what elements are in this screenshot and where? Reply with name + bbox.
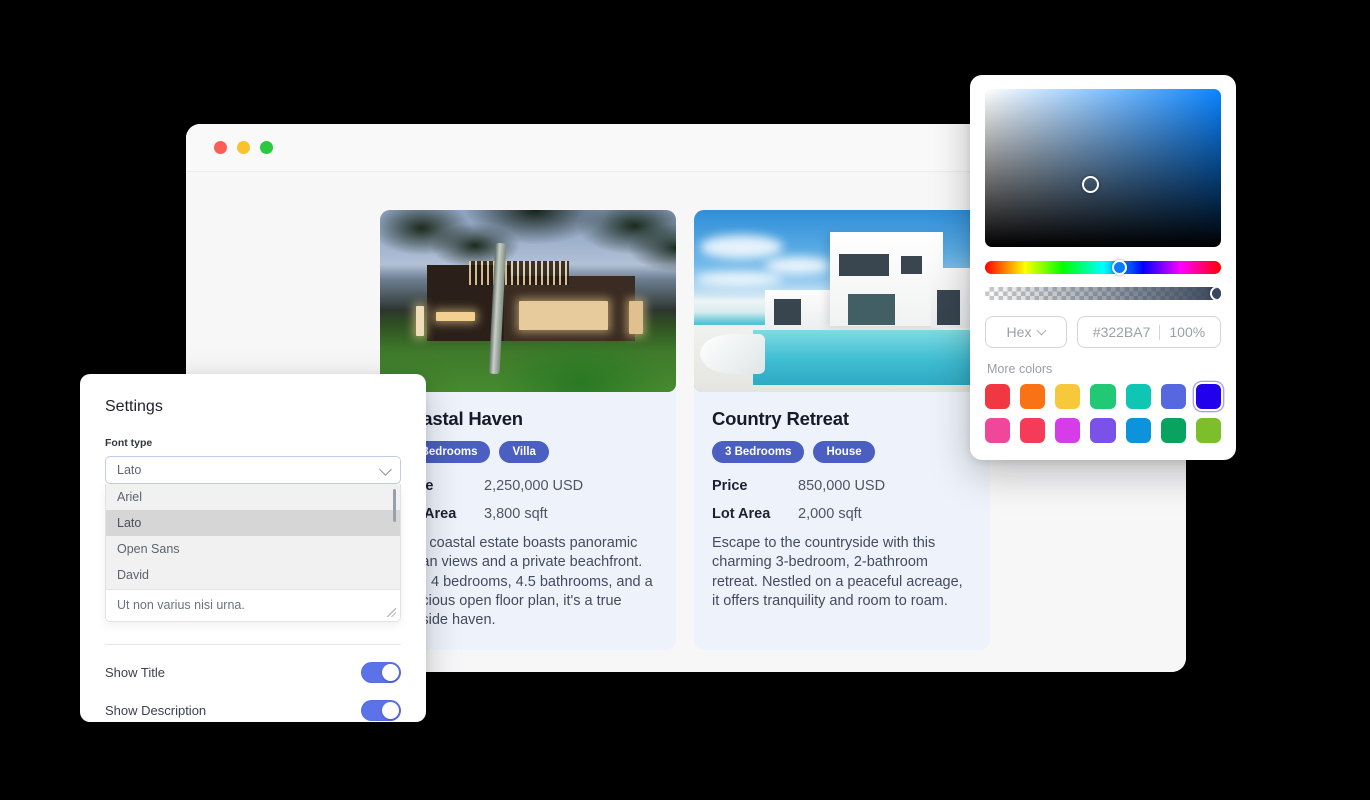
card-badges: 3 Bedrooms House <box>712 441 972 463</box>
color-picker-panel: Hex #322BA7 100% More colors <box>970 75 1236 460</box>
minimize-button[interactable] <box>237 141 250 154</box>
hex-input-value: #322BA7 <box>1092 324 1151 340</box>
swimming-pool-decor <box>753 330 990 385</box>
hue-slider-handle[interactable] <box>1112 260 1128 275</box>
color-format-label: Hex <box>1006 324 1032 340</box>
villa-window-decor <box>936 290 961 325</box>
roof-slats-decor <box>468 260 570 285</box>
spec-value: 2,250,000 USD <box>484 478 584 494</box>
pool-step-decor <box>699 333 766 374</box>
alpha-slider[interactable] <box>985 287 1221 300</box>
color-swatch[interactable] <box>1090 418 1116 443</box>
property-card[interactable]: Country Retreat 3 Bedrooms House Price 8… <box>694 210 990 651</box>
dropdown-option-david[interactable]: David <box>106 562 400 588</box>
notes-textarea-value: Ut non varius nisi urna. <box>117 597 245 612</box>
card-title: Country Retreat <box>712 408 849 429</box>
dropdown-scrollbar[interactable] <box>393 489 396 522</box>
screenshot-stage: Coastal Haven 4 Bedrooms Villa Price 2,2… <box>0 0 1370 800</box>
spec-row: Price 2,250,000 USD <box>398 478 658 494</box>
spec-row: Price 850,000 USD <box>712 478 972 494</box>
notes-textarea[interactable]: Ut non varius nisi urna. <box>106 588 400 621</box>
show-description-label: Show Description <box>105 702 207 718</box>
dropdown-option-ariel[interactable]: Ariel <box>106 484 400 510</box>
alpha-input-value: 100% <box>1169 324 1206 340</box>
toggle-knob <box>382 701 399 719</box>
saturation-value-area[interactable] <box>985 89 1221 247</box>
color-swatch[interactable] <box>985 384 1011 409</box>
spec-row: Lot Area 3,800 sqft <box>398 506 658 522</box>
show-title-label: Show Title <box>105 664 165 680</box>
card-description: This coastal estate boasts panoramic oce… <box>398 535 653 629</box>
spec-label: Price <box>712 478 748 494</box>
dropdown-option-lato[interactable]: Lato <box>106 510 400 537</box>
villa-window-decor <box>773 299 801 325</box>
chevron-down-icon <box>379 463 392 476</box>
card-title: Coastal Haven <box>398 408 523 429</box>
cloud-decor <box>699 235 783 260</box>
font-type-label: Font type <box>105 437 153 449</box>
dropdown-option-open-sans[interactable]: Open Sans <box>106 536 400 562</box>
color-swatch[interactable] <box>1195 418 1221 443</box>
villa-window-decor <box>847 293 896 325</box>
card-body: Country Retreat 3 Bedrooms House Price 8… <box>694 392 990 631</box>
property-image <box>694 210 990 392</box>
villa-window-decor <box>839 253 890 276</box>
villa-window-decor <box>901 255 922 274</box>
window-glow-decor <box>415 306 425 336</box>
color-swatch[interactable] <box>1160 384 1186 409</box>
card-badges: 4 Bedrooms Villa <box>398 441 658 463</box>
spec-value: 3,800 sqft <box>484 506 548 522</box>
saturation-handle[interactable] <box>1082 176 1100 194</box>
cloud-decor <box>765 257 831 274</box>
show-title-toggle[interactable] <box>361 661 401 683</box>
window-glow-decor <box>628 301 644 334</box>
resize-handle-icon[interactable] <box>387 607 396 617</box>
color-swatch[interactable] <box>1195 384 1221 409</box>
status-badge: 3 Bedrooms <box>712 441 805 463</box>
window-glow-decor <box>436 311 475 321</box>
show-description-row: Show Description <box>105 683 401 721</box>
color-swatch[interactable] <box>1020 384 1046 409</box>
color-swatch[interactable] <box>1125 418 1151 443</box>
color-swatch[interactable] <box>1125 384 1151 409</box>
alpha-gradient <box>985 287 1221 300</box>
color-value-row: Hex #322BA7 100% <box>985 316 1221 348</box>
more-colors-label: More colors <box>987 362 1053 376</box>
toggle-knob <box>382 663 399 681</box>
color-swatch[interactable] <box>985 418 1011 443</box>
cloud-decor <box>694 271 783 287</box>
spec-label: Lot Area <box>712 506 771 522</box>
show-description-toggle[interactable] <box>361 699 401 721</box>
settings-panel: Settings Font type Lato Ariel Lato Open … <box>80 374 426 722</box>
color-format-select[interactable]: Hex <box>985 316 1067 348</box>
color-swatch[interactable] <box>1055 418 1081 443</box>
hex-input[interactable]: #322BA7 100% <box>1077 316 1221 348</box>
maximize-button[interactable] <box>260 141 273 154</box>
status-badge: Villa <box>499 441 549 463</box>
color-swatch[interactable] <box>1020 418 1046 443</box>
page-title: Settings <box>105 398 163 415</box>
font-type-dropdown[interactable]: Ariel Lato Open Sans David Ut non varius… <box>105 484 401 622</box>
close-button[interactable] <box>214 141 227 154</box>
window-glow-decor <box>519 301 608 331</box>
property-image <box>380 210 676 392</box>
show-title-row: Show Title <box>105 645 401 683</box>
color-swatch-grid <box>985 384 1221 443</box>
font-type-select[interactable]: Lato <box>105 456 401 484</box>
hue-slider[interactable] <box>985 260 1221 275</box>
spec-value: 850,000 USD <box>798 478 886 494</box>
color-swatch[interactable] <box>1160 418 1186 443</box>
font-type-value: Lato <box>117 463 142 477</box>
color-swatch[interactable] <box>1055 384 1081 409</box>
divider <box>1159 324 1161 340</box>
spec-value: 2,000 sqft <box>798 506 862 522</box>
color-swatch[interactable] <box>1090 384 1116 409</box>
spec-row: Lot Area 2,000 sqft <box>712 506 972 522</box>
card-description: Escape to the countryside with this char… <box>712 535 963 609</box>
status-badge: House <box>813 441 875 463</box>
chevron-down-icon <box>1037 325 1047 336</box>
alpha-slider-handle[interactable] <box>1210 287 1221 300</box>
